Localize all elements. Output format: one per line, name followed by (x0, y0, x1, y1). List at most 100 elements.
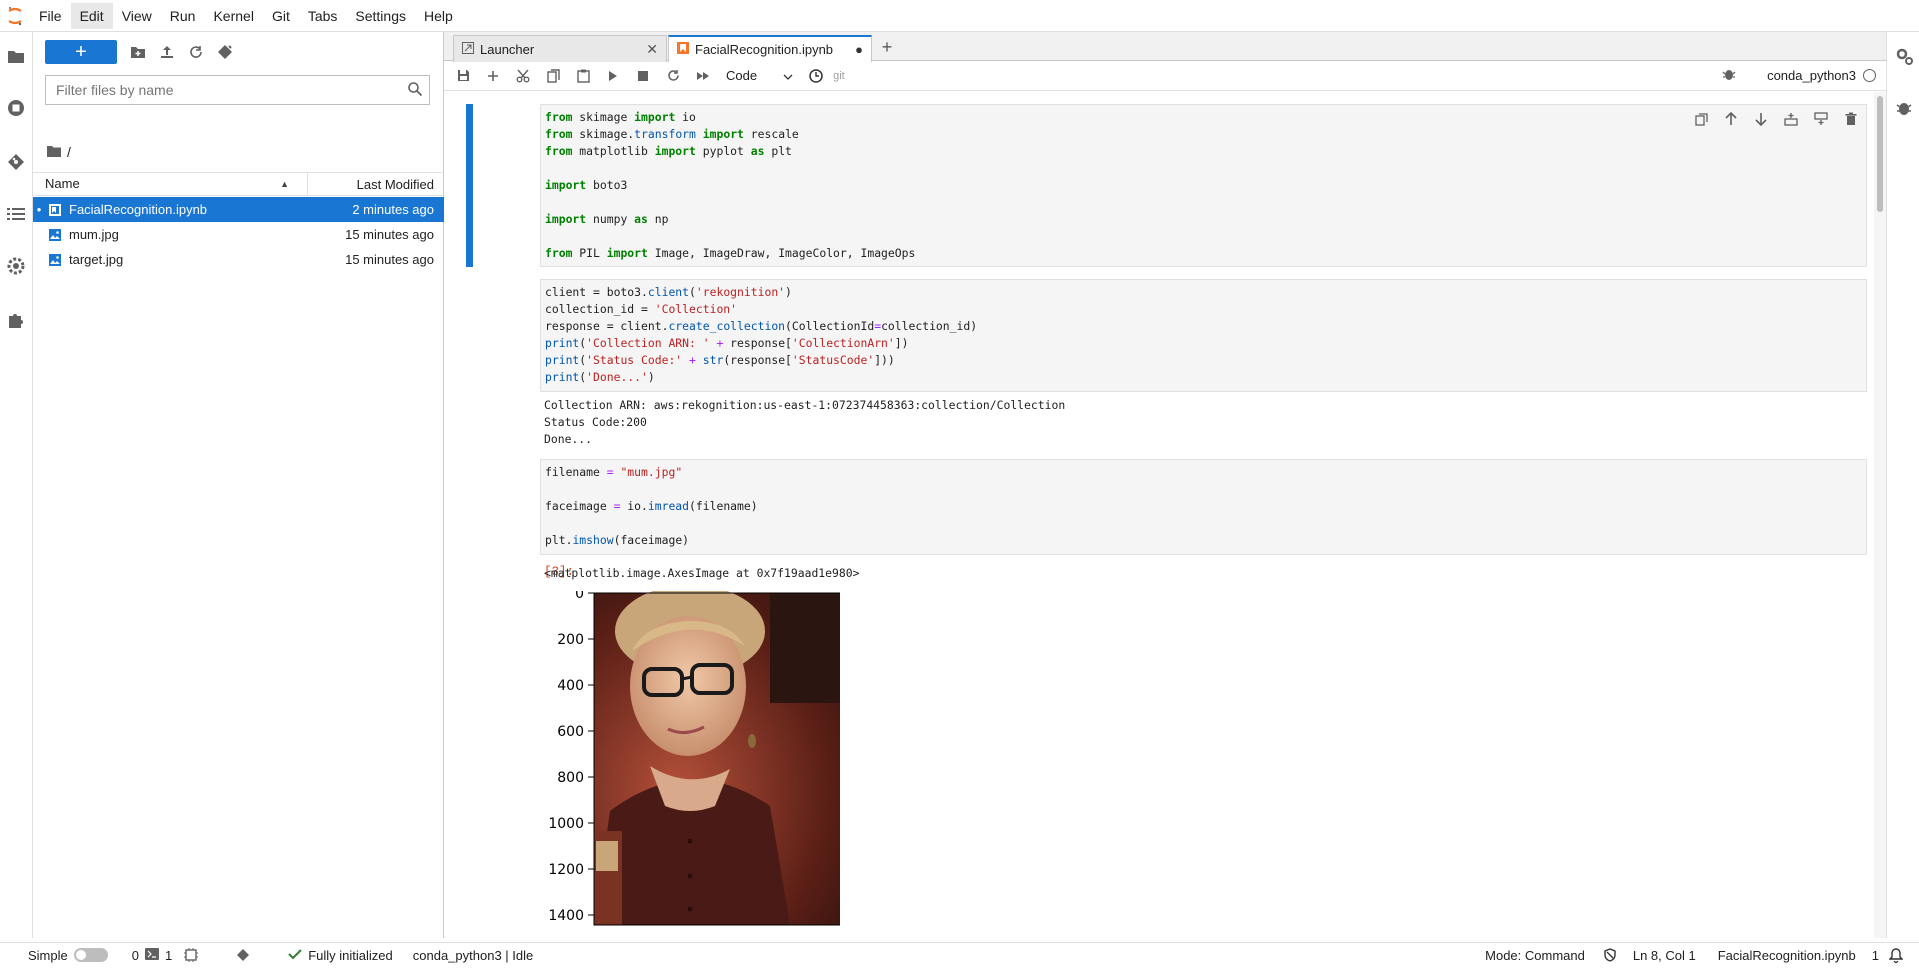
new-launcher-button[interactable]: + (45, 40, 117, 64)
extension-gear-icon[interactable] (4, 254, 28, 278)
toggle-switch[interactable] (73, 948, 108, 962)
menu-view[interactable]: View (113, 3, 161, 29)
code-editor[interactable]: from skimage import io from skimage.tran… (540, 104, 1867, 267)
cell-type-select[interactable]: Code (718, 64, 801, 88)
search-icon (407, 81, 423, 100)
notebook-toolbar: Code git conda_python3 (444, 61, 1886, 91)
unsaved-dot-icon[interactable]: ● (855, 42, 863, 57)
tab-label: FacialRecognition.ipynb (695, 42, 834, 57)
menu-edit[interactable]: Edit (70, 2, 113, 29)
file-browser-toolbar: + (33, 32, 444, 68)
property-inspector-icon[interactable] (1892, 44, 1916, 68)
paste-icon[interactable] (568, 64, 598, 88)
toc-icon[interactable] (4, 202, 28, 226)
bug-icon[interactable] (1722, 67, 1736, 84)
file-name: FacialRecognition.ipynb (69, 202, 208, 217)
debugger-icon[interactable] (1892, 96, 1916, 120)
simple-mode-toggle[interactable]: Simple (28, 943, 108, 968)
notification-count[interactable]: 1 (1872, 943, 1879, 968)
refresh-icon[interactable] (183, 40, 209, 64)
sort-up-icon: ▲ (280, 179, 289, 189)
menu-tabs[interactable]: Tabs (299, 3, 347, 29)
restart-icon[interactable] (658, 64, 688, 88)
insert-above-icon[interactable] (1780, 108, 1802, 130)
menu-bar: File Edit View Run Kernel Git Tabs Setti… (0, 0, 1919, 32)
security-icon[interactable] (1603, 943, 1617, 968)
insert-below-icon[interactable] (1810, 108, 1832, 130)
bell-icon[interactable] (1889, 943, 1903, 968)
tab-launcher[interactable]: Launcher ✕ (453, 35, 667, 62)
file-row[interactable]: ● FacialRecognition.ipynb 2 minutes ago (33, 197, 444, 222)
name-column-header[interactable]: Name ▲ (33, 172, 308, 196)
vertical-scrollbar[interactable] (1874, 92, 1886, 938)
menu-settings[interactable]: Settings (346, 3, 415, 29)
current-filename: FacialRecognition.ipynb (1717, 947, 1856, 963)
clock-icon[interactable] (801, 64, 831, 88)
git-label[interactable]: git (833, 70, 845, 82)
file-name: mum.jpg (69, 227, 119, 242)
git-clone-icon[interactable] (212, 40, 238, 64)
simple-mode-label: Simple (28, 947, 68, 963)
y-tick-label: 600 (557, 724, 584, 740)
code-editor[interactable]: client = boto3.client('rekognition') col… (540, 279, 1867, 392)
menu-help[interactable]: Help (415, 3, 462, 29)
running-icon[interactable] (4, 96, 28, 120)
code-cell[interactable]: [3]: filename = "mum.jpg" faceimage = io… (444, 459, 1874, 555)
git-initialized[interactable]: Fully initialized (288, 943, 393, 968)
code-editor[interactable]: filename = "mum.jpg" faceimage = io.imre… (540, 459, 1867, 555)
file-row[interactable]: mum.jpg 15 minutes ago (33, 222, 444, 247)
move-up-icon[interactable] (1720, 108, 1742, 130)
kernel-usage-icon[interactable] (184, 943, 199, 968)
terminals-count: 0 (131, 947, 139, 963)
y-tick-label: 0 (575, 591, 584, 602)
add-tab-button[interactable]: + (874, 35, 900, 59)
kernels-count: 1 (164, 947, 173, 963)
menu-run[interactable]: Run (161, 3, 205, 29)
tab-notebook[interactable]: FacialRecognition.ipynb ● (668, 35, 872, 62)
folder-icon[interactable] (47, 144, 61, 160)
stop-icon[interactable] (628, 64, 658, 88)
file-row[interactable]: target.jpg 15 minutes ago (33, 247, 444, 272)
active-cell-bar (466, 104, 473, 267)
menu-kernel[interactable]: Kernel (204, 3, 262, 29)
folder-icon[interactable] (4, 44, 28, 68)
puzzle-icon[interactable] (4, 308, 28, 332)
code-cell[interactable]: [2]: client = boto3.client('rekognition'… (444, 279, 1874, 449)
git-icon[interactable] (4, 150, 28, 174)
cut-icon[interactable] (508, 64, 538, 88)
close-icon[interactable]: ✕ (646, 41, 658, 58)
launcher-icon (462, 41, 474, 57)
file-filter-input[interactable] (56, 82, 396, 98)
cell-type-value: Code (726, 68, 758, 83)
terminals-status[interactable]: 0 1 (132, 943, 172, 968)
move-down-icon[interactable] (1750, 108, 1772, 130)
kernel-status[interactable]: conda_python3 | Idle (413, 943, 533, 968)
upload-icon[interactable] (154, 40, 180, 64)
scrollbar-thumb[interactable] (1877, 96, 1883, 212)
file-filter-field[interactable] (45, 75, 430, 105)
new-folder-icon[interactable] (125, 40, 151, 64)
fast-forward-icon[interactable] (688, 64, 718, 88)
status-bar: Simple 0 1 Fully initialized conda_pytho… (0, 942, 1919, 967)
run-icon[interactable] (598, 64, 628, 88)
breadcrumb-root[interactable]: / (67, 144, 71, 160)
terminal-icon (144, 947, 159, 963)
copy-icon[interactable] (538, 64, 568, 88)
code-cell[interactable]: [1]: from skimage import io from skimage… (444, 104, 1874, 269)
left-sidebar (0, 32, 33, 938)
menu-file[interactable]: File (30, 3, 71, 29)
delete-cell-icon[interactable] (1840, 108, 1862, 130)
cursor-position[interactable]: Ln 8, Col 1 (1633, 943, 1696, 968)
kernel-name[interactable]: conda_python3 (1767, 68, 1856, 83)
cell-output-text: Collection ARN: aws:rekognition:us-east-… (544, 398, 1066, 446)
modified-column-header[interactable]: Last Modified (308, 177, 444, 192)
tab-label: Launcher (480, 41, 535, 57)
insert-cell-icon[interactable] (478, 64, 508, 88)
menu-git[interactable]: Git (263, 3, 299, 29)
name-column-label: Name (45, 176, 80, 191)
git-status-text: Fully initialized (308, 947, 393, 963)
git-status-icon[interactable] (236, 943, 250, 968)
duplicate-cell-icon[interactable] (1690, 108, 1712, 130)
image-file-icon (45, 227, 65, 243)
save-icon[interactable] (448, 64, 478, 88)
